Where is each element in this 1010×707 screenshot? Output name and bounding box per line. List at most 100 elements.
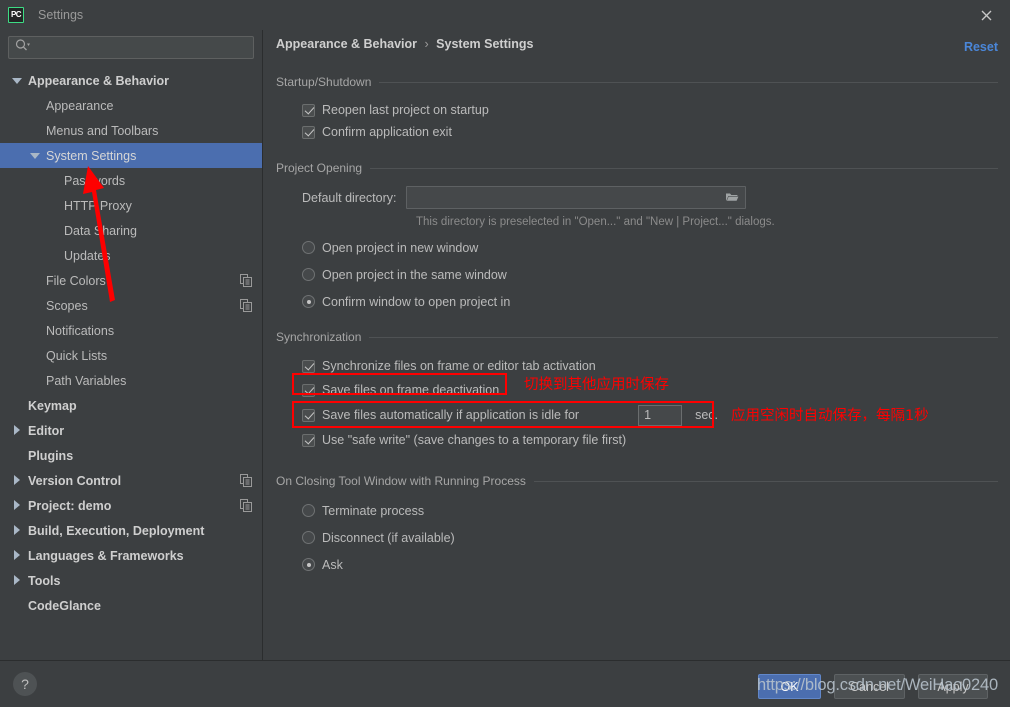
chevron-right-icon[interactable]	[12, 475, 23, 486]
chevron-right-icon[interactable]	[12, 575, 23, 586]
annotation-text-idle-autosave: 应用空闲时自动保存，每隔1秒	[731, 408, 929, 424]
sidebar-item-label: Plugins	[28, 448, 74, 463]
checkbox-sync-files-on-frame-activation[interactable]	[302, 359, 315, 373]
checkbox-reopen-last-project[interactable]	[302, 103, 315, 117]
sidebar-item-project-demo[interactable]: Project: demo	[0, 493, 262, 518]
breadcrumb-parent[interactable]: Appearance & Behavior	[276, 37, 417, 51]
sidebar-item-editor[interactable]: Editor	[0, 418, 262, 443]
sidebar-item-label: Menus and Toolbars	[46, 123, 159, 138]
chevron-right-icon[interactable]	[12, 500, 23, 511]
chevron-right-icon[interactable]	[12, 525, 23, 536]
radio-confirm-window-to-open[interactable]	[302, 295, 315, 308]
sidebar-item-label: Appearance	[46, 98, 114, 113]
sidebar-item-plugins[interactable]: Plugins	[0, 443, 262, 468]
sidebar-item-passwords[interactable]: Passwords	[0, 168, 262, 193]
sidebar-item-quick-lists[interactable]: Quick Lists	[0, 343, 262, 368]
project-opening-radios: Open project in new window Open project …	[276, 234, 998, 315]
sidebar-item-system-settings[interactable]: System Settings	[0, 143, 262, 168]
group-title: On Closing Tool Window with Running Proc…	[276, 474, 526, 488]
synchronization-options: Synchronize files on frame or editor tab…	[276, 354, 998, 452]
radio-row-ask[interactable]: Ask	[302, 551, 998, 578]
cancel-button[interactable]: Cancel	[834, 674, 905, 699]
project-opening-group: Project Opening Default directory: This …	[276, 160, 998, 315]
radio-open-project-new-window[interactable]	[302, 241, 315, 254]
sidebar-item-label: Updates	[64, 248, 111, 263]
settings-dialog: PC Settings Appearance & Behavior Appear…	[0, 0, 1010, 707]
title-bar: PC Settings	[0, 0, 1010, 30]
radio-row-disconnect[interactable]: Disconnect (if available)	[302, 524, 998, 551]
checkbox-row-reopen-last-project[interactable]: Reopen last project on startup	[302, 99, 998, 121]
search-box[interactable]	[8, 36, 254, 59]
radio-ask[interactable]	[302, 558, 315, 571]
radio-label: Open project in new window	[322, 240, 479, 255]
sidebar-item-http-proxy[interactable]: HTTP Proxy	[0, 193, 262, 218]
sidebar-item-label: File Colors	[46, 273, 106, 288]
sidebar-item-keymap[interactable]: Keymap	[0, 393, 262, 418]
idle-seconds-input[interactable]: 1	[638, 404, 683, 426]
sidebar-item-label: Path Variables	[46, 373, 127, 388]
group-header-closing-tool-window: On Closing Tool Window with Running Proc…	[276, 473, 998, 489]
checkbox-save-files-automatically-idle[interactable]	[302, 408, 315, 422]
reset-link[interactable]: Reset	[964, 40, 998, 54]
chevron-right-icon[interactable]	[12, 425, 23, 436]
question-mark-icon[interactable]: ?	[13, 672, 37, 696]
radio-row-confirm-window[interactable]: Confirm window to open project in	[302, 288, 998, 315]
sidebar-item-updates[interactable]: Updates	[0, 243, 262, 268]
sidebar-item-codeglance[interactable]: CodeGlance	[0, 593, 262, 618]
radio-row-terminate-process[interactable]: Terminate process	[302, 497, 998, 524]
sidebar-item-scopes[interactable]: Scopes	[0, 293, 262, 318]
sidebar-item-path-variables[interactable]: Path Variables	[0, 368, 262, 393]
checkbox-label: Save files automatically if application …	[322, 408, 580, 422]
chevron-right-icon[interactable]	[12, 550, 23, 561]
sidebar-item-label: Keymap	[28, 398, 77, 413]
search-input[interactable]	[30, 40, 253, 55]
sidebar-item-label: CodeGlance	[28, 598, 101, 613]
copy-icon	[240, 274, 252, 290]
chevron-down-icon[interactable]	[30, 150, 41, 161]
sidebar-item-notifications[interactable]: Notifications	[0, 318, 262, 343]
default-directory-input[interactable]	[406, 186, 747, 209]
sidebar-item-menus-and-toolbars[interactable]: Menus and Toolbars	[0, 118, 262, 143]
radio-row-open-new-window[interactable]: Open project in new window	[302, 234, 998, 261]
sidebar-item-label: Quick Lists	[46, 348, 108, 363]
sidebar-item-label: Scopes	[46, 298, 88, 313]
sidebar-item-appearance[interactable]: Appearance	[0, 93, 262, 118]
radio-disconnect-if-available[interactable]	[302, 531, 315, 544]
chevron-down-icon[interactable]	[12, 75, 23, 86]
checkbox-row-confirm-application-exit[interactable]: Confirm application exit	[302, 121, 998, 143]
sidebar-item-build-execution-deployment[interactable]: Build, Execution, Deployment	[0, 518, 262, 543]
settings-sidebar: Appearance & Behavior Appearance Menus and…	[0, 30, 263, 660]
apply-button[interactable]: Apply	[918, 674, 988, 699]
checkbox-save-files-on-frame-deactivation[interactable]	[302, 383, 315, 397]
closing-tool-window-radios: Terminate process Disconnect (if availab…	[276, 497, 998, 578]
sidebar-item-languages-frameworks[interactable]: Languages & Frameworks	[0, 543, 262, 568]
default-directory-label: Default directory:	[302, 190, 397, 205]
sidebar-item-label: System Settings	[46, 148, 137, 163]
radio-open-project-same-window[interactable]	[302, 268, 315, 281]
checkbox-use-safe-write[interactable]	[302, 433, 315, 447]
sidebar-item-label: Languages & Frameworks	[28, 548, 184, 563]
group-title: Startup/Shutdown	[276, 75, 372, 89]
ok-button[interactable]: OK	[758, 674, 821, 699]
close-icon[interactable]	[976, 5, 996, 25]
sidebar-item-version-control[interactable]: Version Control	[0, 468, 262, 493]
checkbox-row-use-safe-write[interactable]: Use "safe write" (save changes to a temp…	[302, 428, 998, 452]
sidebar-item-appearance-behavior[interactable]: Appearance & Behavior	[0, 68, 262, 93]
checkbox-label: Reopen last project on startup	[322, 103, 489, 117]
sidebar-item-file-colors[interactable]: File Colors	[0, 268, 262, 293]
sidebar-item-tools[interactable]: Tools	[0, 568, 262, 593]
radio-label: Open project in the same window	[322, 267, 507, 282]
folder-icon[interactable]	[725, 191, 739, 206]
checkbox-confirm-application-exit[interactable]	[302, 125, 315, 139]
sidebar-item-data-sharing[interactable]: Data Sharing	[0, 218, 262, 243]
radio-terminate-process[interactable]	[302, 504, 315, 517]
radio-row-open-same-window[interactable]: Open project in the same window	[302, 261, 998, 288]
